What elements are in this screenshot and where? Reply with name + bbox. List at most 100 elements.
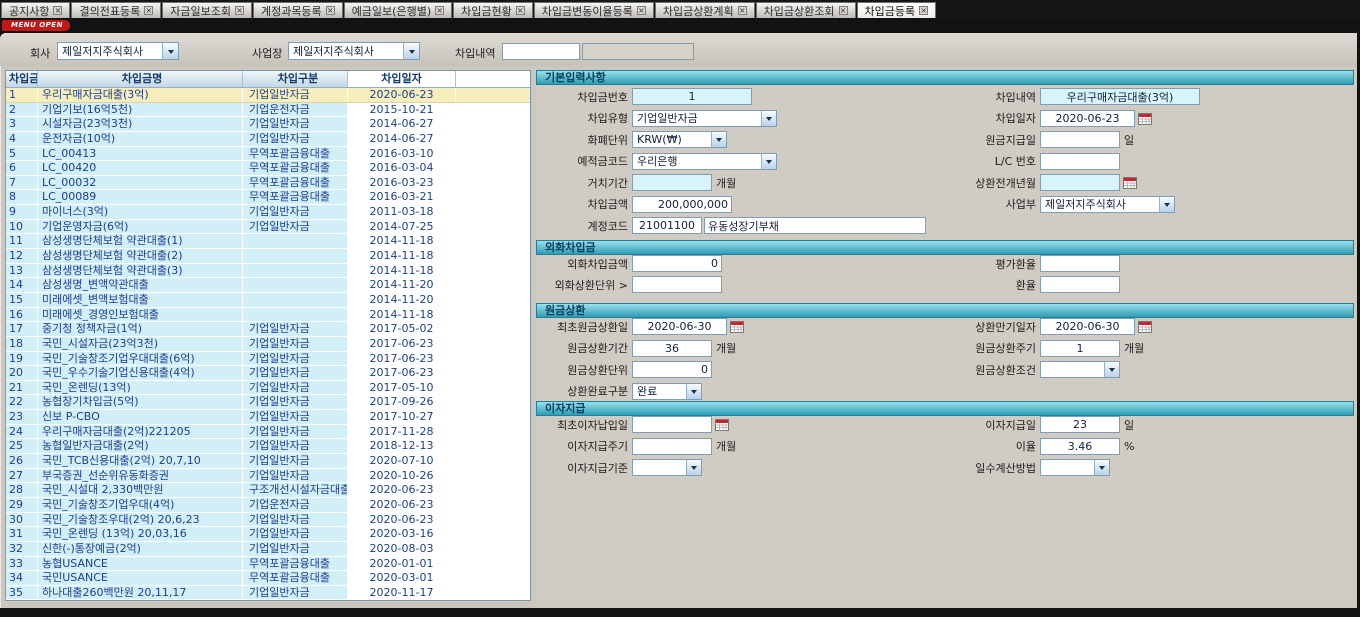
loan-desc-search-input2[interactable] (582, 43, 694, 60)
tab-차입금변동이율등록[interactable]: 차입금변동이율등록× (534, 2, 654, 18)
loan-desc-search-input[interactable] (502, 43, 580, 60)
calendar-icon[interactable] (1138, 112, 1152, 125)
repay-cond-select[interactable] (1040, 361, 1120, 378)
table-row[interactable]: 4운전자금(10억)기업일반자금2014-06-27 (6, 132, 530, 147)
table-row[interactable]: 10기업운영자금(6억)기업일반자금2014-07-25 (6, 220, 530, 235)
table-row[interactable]: 32신한(-)통장예금(2억)기업일반자금2020-08-03 (6, 542, 530, 557)
company-select[interactable]: 제일저지주식회사 (57, 42, 179, 60)
repay-cycle-input[interactable]: 1 (1040, 340, 1120, 357)
tab-close-icon[interactable]: × (516, 6, 525, 15)
tab-결의전표등록[interactable]: 결의전표등록× (71, 2, 161, 18)
first-int-input[interactable] (632, 416, 712, 433)
table-row[interactable]: 33농협USANCE무역포괄금융대출2020-01-01 (6, 557, 530, 572)
repay-unit-input[interactable]: 0 (632, 361, 712, 378)
menu-open-button[interactable]: MENU OPEN (2, 20, 70, 31)
tab-close-icon[interactable]: × (839, 6, 848, 15)
col-loan-code[interactable]: 차입금코드 (6, 71, 38, 87)
calendar-icon[interactable] (730, 320, 744, 333)
col-loan-type[interactable]: 차입구분 (243, 71, 348, 87)
tab-차입금현황[interactable]: 차입금현황× (453, 2, 533, 18)
tab-차입금등록[interactable]: 차입금등록× (857, 2, 937, 18)
loan-date-input[interactable]: 2020-06-23 (1040, 110, 1135, 127)
table-row[interactable]: 20국민_우수기술기업신용대출(4억)기업일반자금2017-06-23 (6, 366, 530, 381)
eval-rate-input[interactable] (1040, 255, 1120, 272)
maturity-input[interactable]: 2020-06-30 (1040, 318, 1135, 335)
loan-desc-input[interactable]: 우리구매자금대출(3억) (1040, 88, 1200, 105)
rate-input[interactable] (1040, 276, 1120, 293)
table-row[interactable]: 17중기청 정책자금(1억)기업일반자금2017-05-02 (6, 322, 530, 337)
table-row[interactable]: 21국민_온렌딩(13억)기업일반자금2017-05-10 (6, 381, 530, 396)
table-row[interactable]: 8LC_00089무역포괄금융대출2016-03-21 (6, 190, 530, 205)
int-cycle-input[interactable] (632, 438, 712, 455)
tab-close-icon[interactable]: × (144, 6, 153, 15)
currency-select[interactable]: KRW(₩) (632, 131, 727, 148)
table-row[interactable]: 30국민_기술창조우대(2억) 20,6,23기업일반자금2020-06-23 (6, 513, 530, 528)
table-row[interactable]: 28국민_시설대 2,330백만원구조개선시설자금대출2020-06-23 (6, 483, 530, 498)
table-row[interactable]: 22농협장기차입금(5억)기업일반자금2017-09-26 (6, 395, 530, 410)
grace-period-input[interactable] (632, 174, 712, 191)
int-day-input[interactable]: 23 (1040, 416, 1120, 433)
site-select[interactable]: 제일저지주식회사 (288, 42, 420, 60)
table-row[interactable]: 29국민_기술창조기업우대(4억)기업운전자금2020-06-23 (6, 498, 530, 513)
account-code-input[interactable]: 21001100 (632, 217, 702, 234)
table-row[interactable]: 7LC_00032무역포괄금융대출2016-03-23 (6, 176, 530, 191)
fx-amount-input[interactable]: 0 (632, 255, 722, 272)
table-row[interactable]: 24우리구매자금대출(2억)221205기업일반자금2017-11-28 (6, 425, 530, 440)
table-row[interactable]: 13삼성생명단체보험 약관대출(3)2014-11-18 (6, 264, 530, 279)
principal-pay-day-input[interactable] (1040, 131, 1120, 148)
table-row[interactable]: 25농협일반자금대출(2억)기업일반자금2018-12-13 (6, 439, 530, 454)
deposit-code-select[interactable]: 우리은행 (632, 153, 777, 170)
complete-select[interactable]: 완료 (632, 383, 702, 400)
table-row[interactable]: 35하나대출260백만원 20,11,17기업일반자금2020-11-17 (6, 586, 530, 600)
tab-close-icon[interactable]: × (738, 6, 747, 15)
day-calc-select[interactable] (1040, 459, 1110, 476)
tab-공지사항[interactable]: 공지사항× (1, 2, 70, 18)
tab-계정과목등록[interactable]: 계정과목등록× (253, 2, 343, 18)
table-row[interactable]: 6LC_00420무역포괄금융대출2016-03-04 (6, 161, 530, 176)
tab-close-icon[interactable]: × (435, 6, 444, 15)
int-rate-input[interactable]: 3.46 (1040, 438, 1120, 455)
fx-unit-input[interactable] (632, 276, 722, 293)
table-row[interactable]: 14삼성생명_변액약관대출2014-11-20 (6, 278, 530, 293)
table-row[interactable]: 34국민USANCE무역포괄금융대출2020-03-01 (6, 571, 530, 586)
table-row[interactable]: 1우리구매자금대출(3억)기업일반자금2020-06-23 (6, 88, 530, 103)
loan-type-select[interactable]: 기업일반자금 (632, 110, 777, 127)
tab-close-icon[interactable]: × (235, 6, 244, 15)
loan-amount-input[interactable]: 200,000,000 (632, 196, 732, 213)
tab-close-icon[interactable]: × (326, 6, 335, 15)
table-row[interactable]: 15미래에셋_변액보험대출2014-11-20 (6, 293, 530, 308)
division-select[interactable]: 제일저지주식회사 (1040, 196, 1175, 213)
tab-close-icon[interactable]: × (53, 6, 62, 15)
table-row[interactable]: 12삼성생명단체보험 약관대출(2)2014-11-18 (6, 249, 530, 264)
first-repay-input[interactable]: 2020-06-30 (632, 318, 727, 335)
calendar-icon[interactable] (715, 418, 729, 431)
tab-차입금상환조회[interactable]: 차입금상환조회× (756, 2, 856, 18)
calendar-icon[interactable] (1123, 176, 1137, 189)
repay-period-input[interactable]: 36 (632, 340, 712, 357)
tab-자금일보조회[interactable]: 자금일보조회× (162, 2, 252, 18)
table-row[interactable]: 2기업기보(16억5천)기업운전자금2015-10-21 (6, 103, 530, 118)
table-row[interactable]: 9마이너스(3억)기업일반자금2011-03-18 (6, 205, 530, 220)
col-loan-name[interactable]: 차입금명 (38, 71, 243, 87)
int-basis-select[interactable] (632, 459, 702, 476)
pre-repay-ym-input[interactable] (1040, 174, 1120, 191)
table-row[interactable]: 16미래에셋_경영인보험대출2014-11-18 (6, 308, 530, 323)
table-row[interactable]: 19국민_기술창조기업우대대출(6억)기업일반자금2017-06-23 (6, 352, 530, 367)
table-row[interactable]: 31국민_온렌딩 (13억) 20,03,16기업일반자금2020-03-16 (6, 527, 530, 542)
table-row[interactable]: 11삼성생명단체보험 약관대출(1)2014-11-18 (6, 234, 530, 249)
table-row[interactable]: 26국민_TCB신용대출(2억) 20,7,10기업일반자금2020-07-10 (6, 454, 530, 469)
tab-close-icon[interactable]: × (919, 6, 928, 15)
lc-no-input[interactable] (1040, 153, 1120, 170)
table-row[interactable]: 27부국증권_선순위유동화증권기업일반자금2020-10-26 (6, 469, 530, 484)
table-row[interactable]: 18국민_시설자금(23억3천)기업일반자금2017-06-23 (6, 337, 530, 352)
table-row[interactable]: 23신보 P-CBO기업일반자금2017-10-27 (6, 410, 530, 425)
calendar-icon[interactable] (1138, 320, 1152, 333)
tab-예금일보(은행별)[interactable]: 예금일보(은행별)× (344, 2, 452, 18)
table-row[interactable]: 3시설자금(23억3천)기업일반자금2014-06-27 (6, 117, 530, 132)
tab-차입금상환계획[interactable]: 차입금상환계획× (655, 2, 755, 18)
loan-no-input[interactable]: 1 (632, 88, 752, 105)
account-name-input[interactable]: 유동성장기부채 (704, 217, 926, 234)
table-row[interactable]: 5LC_00413무역포괄금융대출2016-03-10 (6, 147, 530, 162)
tab-close-icon[interactable]: × (637, 6, 646, 15)
col-loan-date[interactable]: 차입일자 (348, 71, 456, 87)
